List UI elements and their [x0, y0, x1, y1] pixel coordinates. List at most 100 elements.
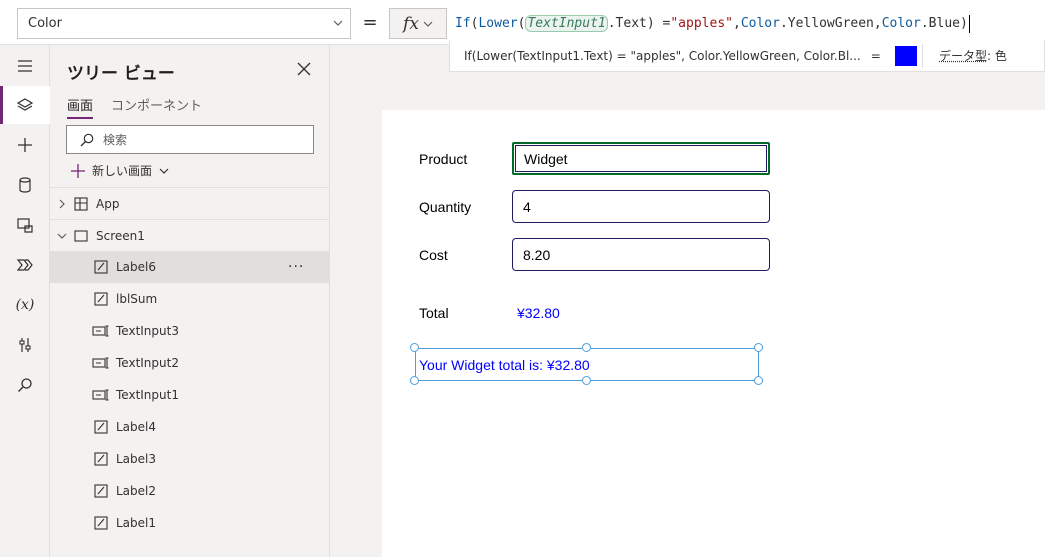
hamburger-icon [18, 60, 32, 72]
database-icon [19, 177, 31, 193]
variables-icon: (x) [15, 297, 35, 313]
formula-input[interactable]: If(Lower(TextInput1 .Text) = "apples", Co… [449, 8, 1045, 39]
tree-view-button[interactable] [0, 86, 50, 124]
data-type-value: : 色 [987, 49, 1007, 63]
insert-button[interactable] [0, 126, 50, 164]
tree-item-textinput2[interactable]: TextInput2 [50, 347, 329, 379]
formula-token: .Text) = [607, 16, 671, 31]
tree-item-label: App [96, 196, 120, 211]
search-button[interactable] [0, 366, 50, 404]
tree-item-label4[interactable]: Label4 [50, 411, 329, 443]
tools-icon [19, 338, 31, 352]
formula-control-reference: TextInput1 [525, 15, 608, 32]
fx-button[interactable]: fx [389, 8, 447, 39]
label-icon [94, 484, 108, 498]
left-rail: (x) [0, 45, 50, 557]
tree-item-label: TextInput1 [116, 388, 179, 402]
formula-token: Lower [478, 16, 518, 31]
chevron-right-icon[interactable] [57, 199, 67, 209]
resize-handle[interactable] [582, 376, 591, 385]
data-button[interactable] [0, 166, 50, 204]
product-input[interactable]: Widget [512, 142, 770, 175]
text-input-icon [92, 357, 109, 369]
cost-value: 8.20 [523, 246, 551, 263]
hamburger-menu-button[interactable] [0, 47, 50, 85]
data-type-label: データ型 [939, 49, 988, 63]
product-value: Widget [524, 150, 568, 167]
search-placeholder: 検索 [103, 133, 128, 147]
screen-icon [74, 229, 88, 242]
message-text: Your Widget total is: ¥32.80 [419, 356, 590, 373]
label-icon [94, 452, 108, 466]
tree-item-textinput3[interactable]: TextInput3 [50, 315, 329, 347]
formula-preview-panel: If(Lower(TextInput1.Text) = "apples", Co… [449, 40, 1045, 72]
chevron-down-icon[interactable] [57, 231, 67, 241]
tree-item-screen1[interactable]: Screen1 [50, 219, 329, 251]
new-screen-button[interactable]: 新しい画面 [70, 162, 170, 179]
flow-icon [16, 259, 33, 271]
cost-input[interactable]: 8.20 [512, 238, 770, 271]
formula-token: .Blue) [920, 16, 968, 31]
chevron-down-icon [159, 168, 169, 174]
tree-view-panel: ツリー ビュー 画面 コンポーネント 検索 新しい画面 App Screen1 … [50, 45, 330, 557]
tree-item-app[interactable]: App [50, 187, 329, 219]
total-label: Total [419, 305, 449, 321]
chevron-down-icon [423, 21, 433, 27]
property-name: Color [28, 16, 62, 31]
formula-preview-equals: = [870, 48, 881, 63]
media-button[interactable] [0, 206, 50, 244]
formula-preview: If(Lower(TextInput1.Text) = "apples", Co… [450, 45, 922, 66]
equals-sign: = [362, 12, 378, 33]
formula-bar: Color = fx If(Lower(TextInput1 .Text) = "… [0, 0, 1045, 45]
quantity-label: Quantity [419, 199, 472, 215]
formula-token: Color [740, 16, 780, 31]
tab-components[interactable]: コンポーネント [111, 95, 202, 119]
tree-item-label: TextInput2 [116, 356, 179, 370]
close-icon[interactable] [296, 61, 312, 77]
resize-handle[interactable] [754, 376, 763, 385]
text-input-icon [92, 325, 109, 337]
label-icon [94, 292, 108, 306]
property-dropdown[interactable]: Color [17, 8, 351, 39]
tree-item-label3[interactable]: Label3 [50, 443, 329, 475]
formula-string: "apples" [670, 16, 733, 31]
tree-item-label6[interactable]: Label6 ··· [50, 251, 329, 283]
data-type: データ型: 色 [923, 47, 1007, 64]
power-automate-button[interactable] [0, 246, 50, 284]
layers-icon [16, 98, 34, 111]
tree-item-label: Label6 [116, 260, 157, 274]
tree-item-label: TextInput3 [116, 324, 179, 338]
quantity-value: 4 [523, 198, 531, 215]
tree-item-textinput1[interactable]: TextInput1 [50, 379, 329, 411]
app-icon [74, 196, 88, 211]
resize-handle[interactable] [754, 343, 763, 352]
text-caret [968, 14, 970, 33]
panel-title: ツリー ビュー [67, 64, 175, 84]
resize-handle[interactable] [410, 343, 419, 352]
search-input[interactable]: 検索 [66, 125, 314, 154]
tree-item-lblsum[interactable]: lblSum [50, 283, 329, 315]
tree-item-label2[interactable]: Label2 [50, 475, 329, 507]
formula-token: .YellowGreen, [779, 16, 882, 31]
formula-token: , [732, 16, 741, 31]
tree-item-label: lblSum [116, 292, 158, 306]
quantity-input[interactable]: 4 [512, 190, 770, 223]
variables-button[interactable]: (x) [0, 286, 50, 324]
plus-icon [71, 163, 85, 178]
label-icon [94, 420, 108, 434]
formula-token: Color [881, 16, 921, 31]
resize-handle[interactable] [582, 343, 591, 352]
formula-token: ( [517, 16, 526, 31]
search-icon [18, 378, 32, 392]
chevron-down-icon [333, 20, 343, 26]
tree-item-label1[interactable]: Label1 [50, 507, 329, 539]
advanced-tools-button[interactable] [0, 326, 50, 364]
new-screen-label: 新しい画面 [92, 164, 153, 178]
more-options-button[interactable]: ··· [288, 259, 304, 275]
cost-label: Cost [419, 247, 448, 263]
media-icon [17, 218, 33, 233]
tree-item-label: Label1 [116, 516, 157, 530]
total-value: ¥32.80 [517, 305, 560, 321]
tab-screens[interactable]: 画面 [67, 95, 94, 119]
resize-handle[interactable] [410, 376, 419, 385]
